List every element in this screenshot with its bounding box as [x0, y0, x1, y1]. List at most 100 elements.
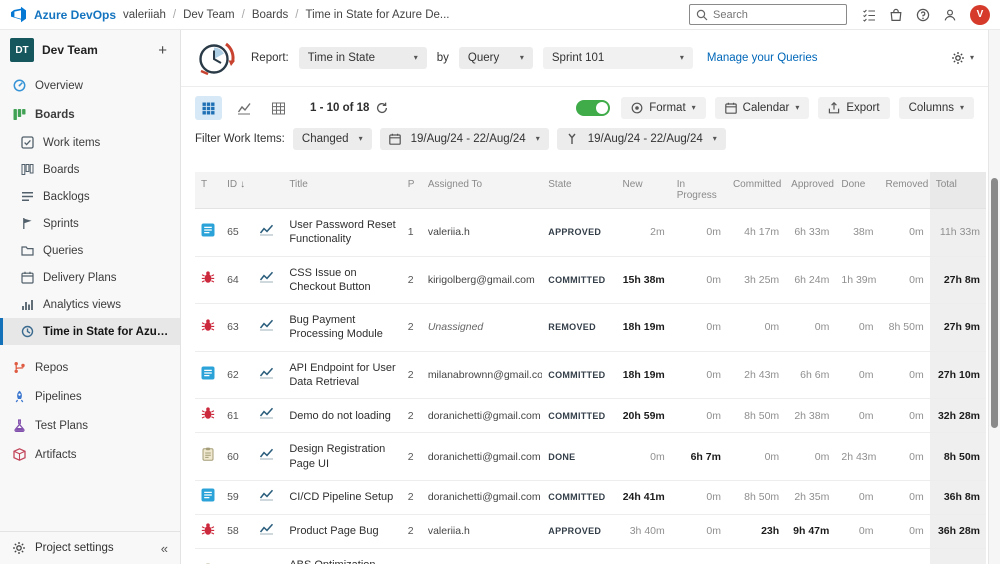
manage-queries-link[interactable]: Manage your Queries	[707, 52, 818, 64]
table-view-button[interactable]	[265, 96, 292, 120]
chart-icon[interactable]	[259, 410, 274, 422]
column-header-done[interactable]: Done	[835, 172, 879, 209]
work-item-type-cell	[195, 256, 221, 304]
column-header-type[interactable]: T	[195, 172, 221, 209]
chevron-down-icon: ▾	[960, 104, 964, 112]
time-cell-committed: 8h 50m	[727, 480, 785, 514]
export-button[interactable]: Export	[818, 97, 889, 119]
sidebar-item-test-plans[interactable]: Test Plans	[0, 411, 180, 440]
breadcrumb-item[interactable]: Boards	[252, 9, 288, 21]
work-item-title[interactable]: CSS Issue on Checkout Button	[283, 256, 401, 304]
column-header-title[interactable]: Title	[283, 172, 401, 209]
chart-view-button[interactable]	[230, 96, 257, 120]
task-icon	[201, 447, 215, 461]
work-item-title[interactable]: Product Page Bug	[283, 514, 401, 548]
pipelines-icon	[12, 390, 27, 403]
calendar-button[interactable]: Calendar ▾	[715, 97, 810, 119]
marketplace-bag-icon[interactable]	[889, 8, 903, 22]
sidebar-item-label: Time in State for Azure DevO...	[43, 326, 172, 338]
filter-changed-select[interactable]: Changed ▾	[293, 128, 372, 150]
column-header-approved[interactable]: Approved	[785, 172, 835, 209]
azure-devops-logo-icon[interactable]	[10, 6, 27, 23]
sidebar-item-analytics-views[interactable]: Analytics views	[0, 291, 180, 318]
working-days-select[interactable]: 19/Aug/24 - 22/Aug/24 ▾	[557, 128, 726, 150]
sidebar-item-overview[interactable]: Overview	[0, 71, 180, 100]
chart-icon[interactable]	[259, 451, 274, 463]
sidebar-item-backlogs[interactable]: Backlogs	[0, 183, 180, 210]
query-select[interactable]: Sprint 101 ▾	[543, 47, 693, 69]
format-button[interactable]: Format ▾	[621, 97, 705, 119]
query-mode-select[interactable]: Query ▾	[459, 47, 533, 69]
project-avatar: DT	[10, 38, 34, 62]
breadcrumb-item[interactable]: Time in State for Azure De...	[305, 9, 449, 21]
sidebar-item-work-items[interactable]: Work items	[0, 129, 180, 156]
work-item-title[interactable]: CI/CD Pipeline Setup	[283, 480, 401, 514]
sidebar-item-pipelines[interactable]: Pipelines	[0, 382, 180, 411]
work-item-id: 61	[221, 399, 253, 433]
work-item-title[interactable]: ABS Optimization Initiative	[283, 548, 401, 564]
breadcrumb-item[interactable]: valeriiah	[123, 9, 166, 21]
chart-icon[interactable]	[259, 322, 274, 334]
scrollbar-thumb[interactable]	[991, 178, 998, 428]
sidebar-item-repos[interactable]: Repos	[0, 353, 180, 382]
column-header-total[interactable]: Total	[930, 172, 986, 209]
chart-icon[interactable]	[259, 526, 274, 538]
column-header-chart[interactable]	[253, 172, 283, 209]
sidebar-item-time-in-state[interactable]: Time in State for Azure DevO...	[0, 318, 180, 345]
vertical-scrollbar[interactable]	[988, 30, 1000, 564]
column-header-label: Assigned To	[428, 179, 482, 190]
top-bar: Azure DevOps valeriiah/Dev Team/Boards/T…	[0, 0, 1000, 30]
work-item-assignee: valeriia.h	[422, 209, 542, 257]
chart-icon[interactable]	[259, 227, 274, 239]
task-list-icon[interactable]	[862, 8, 876, 22]
table-row: 61Demo do not loading2doranichetti@gmail…	[195, 399, 986, 433]
brand-title[interactable]: Azure DevOps	[34, 8, 116, 22]
sidebar-item-delivery-plans[interactable]: Delivery Plans	[0, 264, 180, 291]
chevron-down-icon: ▾	[536, 135, 540, 143]
sidebar-item-queries[interactable]: Queries	[0, 237, 180, 264]
report-type-select[interactable]: Time in State ▾	[299, 47, 427, 69]
date-range-select[interactable]: 19/Aug/24 - 22/Aug/24 ▾	[380, 128, 549, 150]
sidebar-item-artifacts[interactable]: Artifacts	[0, 440, 180, 469]
columns-button[interactable]: Columns ▾	[899, 97, 974, 119]
work-item-title[interactable]: User Password Reset Functionality	[283, 209, 401, 257]
column-header-label: T	[201, 179, 207, 190]
help-icon[interactable]	[916, 8, 930, 22]
add-project-button[interactable]: +	[155, 42, 170, 59]
column-header-committed[interactable]: Committed	[727, 172, 785, 209]
time-cell-in-progress: 0m	[671, 304, 727, 352]
column-header-in-progress[interactable]: In Progress	[671, 172, 727, 209]
grid-view-button[interactable]	[195, 96, 222, 120]
work-item-title[interactable]: Design Registration Page UI	[283, 433, 401, 481]
chart-icon[interactable]	[259, 492, 274, 504]
work-item-chart-cell	[253, 209, 283, 257]
project-settings[interactable]: Project settings «	[0, 531, 180, 564]
user-settings-icon[interactable]	[943, 8, 957, 22]
sidebar-item-sprints[interactable]: Sprints	[0, 210, 180, 237]
chart-icon[interactable]	[259, 274, 274, 286]
refresh-icon[interactable]	[376, 102, 388, 114]
column-header-state[interactable]: State	[542, 172, 616, 209]
column-header-priority[interactable]: P	[402, 172, 422, 209]
enabled-toggle[interactable]	[576, 100, 610, 116]
story-icon	[201, 488, 215, 502]
column-header-removed[interactable]: Removed	[880, 172, 930, 209]
breadcrumb-item[interactable]: Dev Team	[183, 9, 235, 21]
column-header-label: State	[548, 179, 571, 190]
user-avatar[interactable]: V	[970, 5, 990, 25]
sidebar-item-boards-board[interactable]: Boards	[0, 156, 180, 183]
time-cell-total: 27h 10m	[930, 351, 986, 399]
column-header-id[interactable]: ID↓	[221, 172, 253, 209]
time-cell-committed: 3h 25m	[727, 256, 785, 304]
project-name: Dev Team	[42, 43, 147, 57]
column-header-assigned-to[interactable]: Assigned To	[422, 172, 542, 209]
column-header-new[interactable]: New	[617, 172, 671, 209]
work-item-title[interactable]: Demo do not loading	[283, 399, 401, 433]
work-item-title[interactable]: Bug Payment Processing Module	[283, 304, 401, 352]
chart-icon[interactable]	[259, 370, 274, 382]
search-input[interactable]	[713, 9, 840, 21]
report-settings-button[interactable]: ▾	[951, 51, 974, 65]
work-item-title[interactable]: API Endpoint for User Data Retrieval	[283, 351, 401, 399]
collapse-sidebar-button[interactable]: «	[161, 541, 168, 556]
sidebar-item-boards[interactable]: Boards	[0, 100, 180, 129]
